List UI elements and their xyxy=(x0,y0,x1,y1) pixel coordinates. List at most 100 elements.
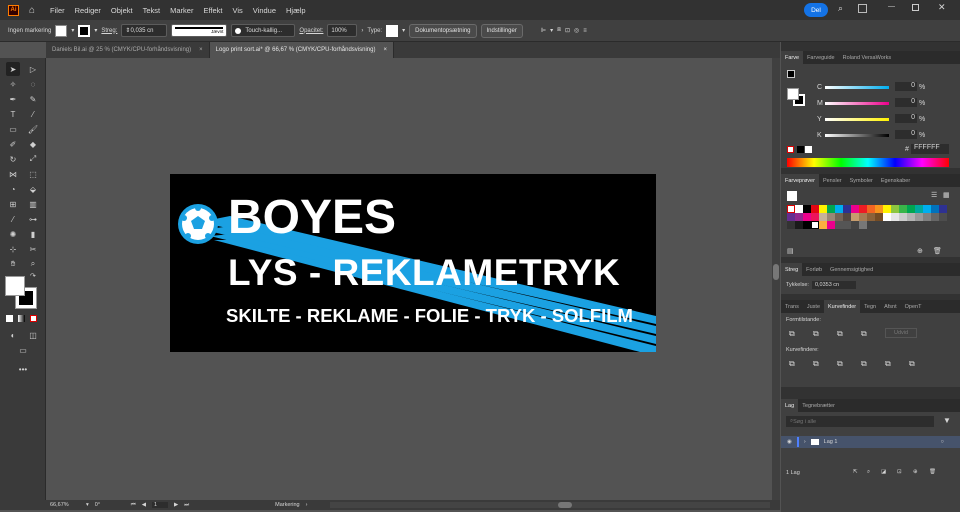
gradient-tool-icon[interactable]: ▥ xyxy=(26,197,40,211)
swatch[interactable] xyxy=(867,205,875,213)
eyedropper-tool-icon[interactable]: ⁄ xyxy=(6,212,20,226)
opacity-field[interactable]: 100% xyxy=(327,24,358,37)
width-tool-icon[interactable]: ⋈ xyxy=(6,167,20,181)
scroll-thumb[interactable] xyxy=(558,502,572,508)
color-spectrum[interactable] xyxy=(787,158,949,167)
chevron-right-icon[interactable]: › xyxy=(361,28,363,34)
recolor-icon[interactable]: ◎ xyxy=(574,27,579,34)
artboard-number[interactable]: 1 xyxy=(151,502,168,508)
swatch[interactable] xyxy=(819,221,827,229)
field-k[interactable]: 0 xyxy=(895,130,917,139)
selection-tool-icon[interactable]: ➤ xyxy=(6,62,20,76)
swatch[interactable] xyxy=(851,205,859,213)
slider-y[interactable] xyxy=(825,118,889,121)
fill-stroke-icon[interactable] xyxy=(787,191,797,201)
swatch[interactable] xyxy=(787,205,795,213)
stroke-label[interactable]: Streg: xyxy=(101,28,117,34)
chevron-down-icon[interactable]: ▾ xyxy=(550,27,553,34)
color-mode-icon[interactable] xyxy=(6,315,13,322)
mesh-tool-icon[interactable]: ⊞ xyxy=(6,197,20,211)
swatch[interactable] xyxy=(819,205,827,213)
magic-wand-tool-icon[interactable]: ✧ xyxy=(6,77,20,91)
slider-c[interactable] xyxy=(825,86,889,89)
draw-mode-icon[interactable]: ◐ xyxy=(6,328,20,342)
first-artboard-icon[interactable]: ⏮ xyxy=(131,502,136,509)
hex-field[interactable]: FFFFFF xyxy=(911,144,949,154)
close-icon[interactable]: × xyxy=(199,47,203,53)
workspace-icon[interactable] xyxy=(858,4,867,13)
outline-icon[interactable]: ⧉ xyxy=(885,359,891,369)
none-swatch[interactable] xyxy=(787,146,794,153)
swatch[interactable] xyxy=(787,213,795,221)
close-icon[interactable]: × xyxy=(383,47,387,53)
clipping-mask-icon[interactable]: ◪ xyxy=(881,469,886,475)
menu-vindue[interactable]: Vindue xyxy=(248,6,281,15)
free-transform-tool-icon[interactable]: ⬚ xyxy=(26,167,40,181)
hand-tool-icon[interactable]: ✋︎ xyxy=(6,257,20,271)
swatch[interactable] xyxy=(923,213,931,221)
stroke-swatch[interactable] xyxy=(78,24,91,37)
swap-colors-icon[interactable]: ↷ xyxy=(30,272,36,280)
swatch[interactable] xyxy=(803,213,811,221)
line-tool-icon[interactable]: ⁄ xyxy=(26,107,40,121)
delete-icon[interactable]: 🗑︎ xyxy=(929,469,936,475)
swatch[interactable] xyxy=(827,213,835,221)
list-view-icon[interactable]: ☰ xyxy=(931,191,937,199)
swatch[interactable] xyxy=(883,205,891,213)
opacity-label[interactable]: Opacitet: xyxy=(299,28,323,34)
swatch[interactable] xyxy=(819,213,827,221)
scale-tool-icon[interactable]: ⤢ xyxy=(26,152,40,166)
live-paint-tool-icon[interactable]: ⬙ xyxy=(26,182,40,196)
stroke-weight-field[interactable]: ⇕ 0,035 cn xyxy=(121,24,168,37)
last-artboard-icon[interactable]: ⏭ xyxy=(184,502,189,509)
tab-roland[interactable]: Roland VersaWorks xyxy=(839,51,896,64)
rotate-tool-icon[interactable]: ↻ xyxy=(6,152,20,166)
tab-symboler[interactable]: Symboler xyxy=(846,174,877,187)
swatch[interactable] xyxy=(835,213,843,221)
tab-lag[interactable]: Lag xyxy=(781,399,799,412)
swatch[interactable] xyxy=(883,213,891,221)
swatch[interactable] xyxy=(891,213,899,221)
paintbrush-tool-icon[interactable]: 🖌︎ xyxy=(26,122,40,136)
maximize-icon[interactable] xyxy=(912,4,919,11)
zoom-level[interactable]: 66,67% xyxy=(50,502,80,508)
field-y[interactable]: 0 xyxy=(895,114,917,123)
swatch[interactable] xyxy=(875,213,883,221)
menu-objekt[interactable]: Objekt xyxy=(106,6,138,15)
isolate-icon[interactable]: ⊡ xyxy=(565,27,570,34)
tab-juster[interactable]: Juste xyxy=(803,300,824,313)
exclude-icon[interactable]: ⧉ xyxy=(861,329,867,339)
home-icon[interactable]: ⌂ xyxy=(29,5,35,16)
swatch[interactable] xyxy=(867,213,875,221)
align-icon[interactable]: ⊫ xyxy=(541,27,546,34)
minimize-icon[interactable]: — xyxy=(888,3,895,10)
chevron-down-icon[interactable]: ▾ xyxy=(86,502,89,508)
swatch[interactable] xyxy=(827,221,835,229)
minus-front-icon[interactable]: ⧉ xyxy=(813,329,819,339)
curvature-tool-icon[interactable]: ✎ xyxy=(26,92,40,106)
swatch[interactable] xyxy=(803,205,811,213)
default-colors-icon[interactable] xyxy=(787,70,795,78)
gradient-mode-icon[interactable] xyxy=(18,315,25,322)
chevron-down-icon[interactable]: ▾ xyxy=(94,27,97,34)
search-icon[interactable]: ⌕ xyxy=(867,469,870,476)
tab-pensler[interactable]: Pensler xyxy=(819,174,846,187)
share-button[interactable]: Del xyxy=(804,3,828,17)
shape-builder-tool-icon[interactable]: ◔ xyxy=(6,182,20,196)
zoom-tool-icon[interactable]: ⌕ xyxy=(26,257,40,271)
swatch[interactable] xyxy=(795,213,803,221)
menu-icon[interactable]: ≡ xyxy=(583,28,587,34)
black-swatch[interactable] xyxy=(797,146,804,153)
eye-icon[interactable]: ◉ xyxy=(787,439,792,445)
target-icon[interactable]: ○ xyxy=(941,439,944,445)
type-tool-icon[interactable]: T xyxy=(6,107,20,121)
trim-icon[interactable]: ⧉ xyxy=(813,359,819,369)
swatch[interactable] xyxy=(939,213,947,221)
menu-effekt[interactable]: Effekt xyxy=(198,6,227,15)
tab-logo-print[interactable]: Logo print sort.ai* @ 66,67 % (CMYK/CPU-… xyxy=(209,42,394,58)
menu-rediger[interactable]: Rediger xyxy=(70,6,106,15)
tab-afsnit[interactable]: Afsnt xyxy=(880,300,901,313)
swatch[interactable] xyxy=(795,205,803,213)
slider-m[interactable] xyxy=(825,102,889,105)
tab-transformer[interactable]: Trans xyxy=(781,300,803,313)
